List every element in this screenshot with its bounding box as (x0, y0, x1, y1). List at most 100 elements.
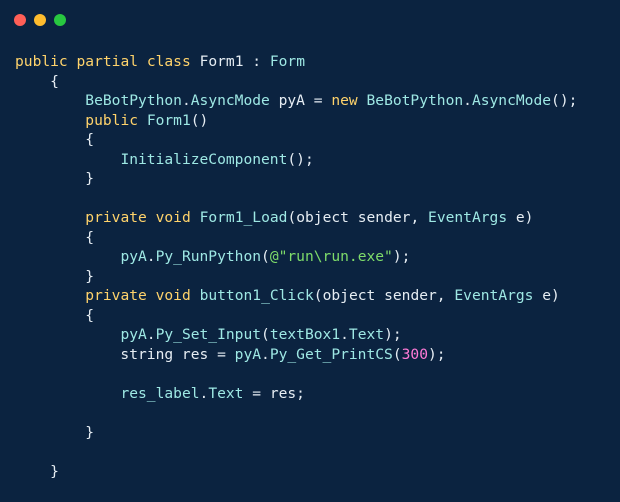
code-line: BeBotPython.AsyncMode pyA = new BeBotPyt… (15, 91, 577, 111)
code-token: . (463, 92, 472, 109)
code-token: (object sender, (287, 209, 429, 226)
code-token: . (146, 248, 156, 265)
code-token: pyA = (269, 92, 332, 109)
code-token: pyA (120, 326, 147, 343)
code-token: public (15, 53, 68, 70)
code-token: : (243, 53, 270, 70)
code-token: Py_Get_PrintCS (269, 345, 393, 363)
code-line: } (15, 169, 577, 189)
code-token: class (146, 53, 191, 70)
code-line: { (15, 72, 577, 92)
code-token: { (15, 306, 95, 324)
code-token: pyA (120, 248, 147, 265)
code-line: InitializeComponent(); (15, 150, 577, 170)
code-line: public Form1() (15, 111, 577, 131)
code-token: ( (261, 248, 270, 265)
code-line: res_label.Text = res; (15, 384, 577, 404)
code-token: . (199, 384, 209, 402)
code-token: AsyncMode (190, 92, 270, 109)
code-token: Form1 (199, 53, 244, 70)
code-token: EventArgs (428, 209, 508, 226)
code-token: private (85, 209, 147, 226)
code-token: . (181, 92, 191, 109)
code-token: (); (551, 92, 578, 109)
code-token: void (155, 287, 191, 304)
code-line: pyA.Py_Set_Input(textBox1.Text); (15, 325, 577, 345)
code-line: string res = pyA.Py_Get_PrintCS(300); (15, 345, 577, 365)
code-token: } (15, 170, 95, 187)
code-token: public (85, 111, 139, 129)
code-line: private void Form1_Load(object sender, E… (15, 208, 577, 228)
window-controls (14, 14, 66, 26)
code-token: ); (384, 326, 402, 343)
code-token: EventArgs (454, 287, 534, 304)
code-token: (object sender, (313, 287, 455, 304)
code-token: ); (427, 345, 446, 363)
code-token: Text (208, 384, 244, 402)
code-token: pyA (234, 345, 262, 363)
code-token: new (331, 92, 358, 109)
code-token: Form1 (146, 111, 191, 129)
code-token: BeBotPython (85, 92, 182, 109)
minimize-icon[interactable] (34, 14, 46, 26)
code-token: Py_Set_Input (155, 326, 262, 343)
code-token: ( (261, 326, 270, 343)
close-icon[interactable] (14, 14, 26, 26)
code-token: (); (287, 150, 314, 168)
code-line: { (15, 130, 577, 150)
maximize-icon[interactable] (54, 14, 66, 26)
code-token: { (15, 72, 59, 90)
code-token: string res = (15, 345, 235, 363)
code-token: AsyncMode (471, 92, 552, 109)
code-window: public partial class Form1 : Form { BeBo… (0, 0, 620, 502)
code-line: { (15, 228, 577, 248)
code-token: Form1_Load (199, 209, 288, 226)
code-token: ); (392, 248, 411, 265)
code-token: @"run\run.exe" (269, 248, 393, 265)
code-block: public partial class Form1 : Form { BeBo… (15, 52, 577, 481)
code-line: } (15, 267, 577, 287)
code-token: } (15, 423, 95, 441)
code-token: BeBotPython (366, 92, 464, 109)
code-token: button1_Click (199, 287, 314, 304)
code-token: 300 (401, 345, 428, 363)
code-line: private void button1_Click(object sender… (15, 286, 577, 306)
code-token: void (155, 209, 191, 226)
code-token: e) (507, 209, 534, 226)
code-token: partial (76, 53, 139, 70)
code-line: { (15, 306, 577, 326)
code-token: textBox1 (269, 326, 341, 343)
code-token: = res; (243, 384, 305, 402)
code-token: } (15, 267, 95, 285)
code-token: Text (348, 326, 385, 343)
code-token: res_label (120, 384, 200, 402)
code-token: { (15, 131, 95, 148)
code-token: { (15, 228, 95, 246)
code-token: . (261, 345, 270, 363)
code-token: } (15, 462, 59, 480)
code-token: InitializeComponent (120, 150, 288, 168)
code-token: Py_RunPython (155, 248, 262, 265)
code-token: private (85, 287, 147, 304)
code-line: } (15, 423, 577, 443)
